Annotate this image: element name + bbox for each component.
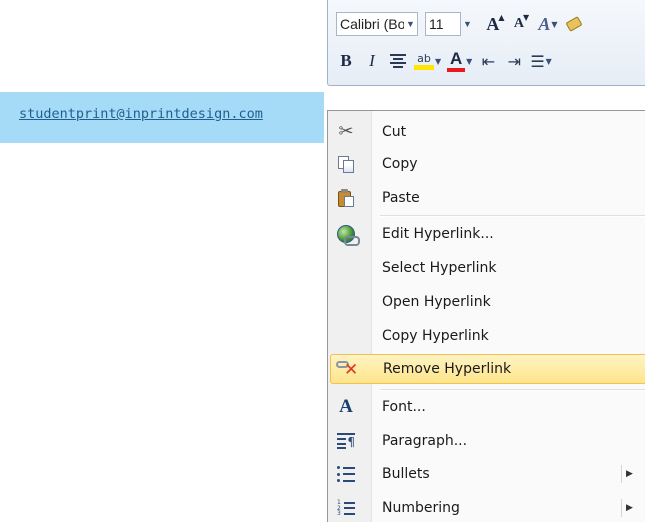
menu-item-font-label: Font...: [382, 399, 426, 415]
menu-item-cut-label: Cut: [382, 124, 407, 140]
center-align-button[interactable]: [388, 49, 408, 73]
highlight-dropdown-arrow[interactable]: ▼: [435, 57, 441, 66]
toolbar-row-2: B I ab ▼ A ▼ ⇤ ⇥ ☰ ▼: [336, 48, 552, 74]
bullets-list-icon: ☰: [530, 51, 545, 71]
increase-indent-button[interactable]: ⇥: [504, 49, 524, 73]
toolbar-row-1: Calibri (Boc ▼ 11 ▼ A▲ A▼ A▼: [336, 11, 584, 37]
highlight-button[interactable]: ab ▼: [414, 49, 441, 73]
paragraph-icon: ¶: [337, 433, 355, 449]
menu-item-bullets-label: Bullets: [382, 466, 430, 482]
menu-item-copy[interactable]: Copy: [330, 149, 645, 179]
styles-icon: A: [538, 13, 551, 34]
menu-item-select-hyperlink[interactable]: Select Hyperlink: [330, 253, 645, 283]
increase-indent-icon: ⇥: [507, 51, 522, 71]
clipboard-paste-icon: [337, 188, 355, 208]
italic-button[interactable]: I: [362, 49, 382, 73]
center-align-icon: [390, 54, 406, 68]
menu-item-font[interactable]: A Font...: [330, 392, 645, 422]
menu-item-cut[interactable]: ✂ Cut: [330, 117, 645, 147]
italic-icon: I: [369, 51, 375, 70]
menu-item-remove-hyperlink-label: Remove Hyperlink: [383, 361, 512, 377]
menu-item-paste-label: Paste: [382, 190, 420, 206]
menu-item-copy-hyperlink-label: Copy Hyperlink: [382, 328, 489, 344]
decrease-indent-icon: ⇤: [481, 51, 496, 71]
menu-item-numbering[interactable]: 1 2 3 Numbering ▶: [330, 493, 645, 522]
menu-item-paragraph[interactable]: ¶ Paragraph...: [330, 426, 645, 456]
decrease-indent-button[interactable]: ⇤: [478, 49, 498, 73]
font-size-value: 11: [425, 12, 461, 36]
menu-separator: [380, 389, 645, 391]
bullets-icon: [337, 466, 355, 482]
bullets-toolbar-button[interactable]: ☰ ▼: [530, 49, 552, 73]
selected-hyperlink-area: studentprint@inprintdesign.com: [0, 92, 324, 143]
menu-separator: [380, 215, 645, 217]
menu-item-numbering-label: Numbering: [382, 500, 460, 516]
highlight-glyph: ab: [417, 51, 431, 65]
menu-item-remove-hyperlink[interactable]: ✕ Remove Hyperlink: [330, 354, 645, 384]
font-name-combobox[interactable]: Calibri (Boc ▼: [336, 12, 418, 36]
grow-font-button[interactable]: A ▲: [486, 12, 506, 36]
hyperlink-text[interactable]: studentprint@inprintdesign.com: [19, 106, 263, 122]
menu-item-bullets[interactable]: Bullets ▶: [330, 459, 645, 489]
numbering-icon: 1 2 3: [337, 500, 355, 517]
remove-hyperlink-icon: ✕: [336, 359, 358, 379]
mini-toolbar: Calibri (Boc ▼ 11 ▼ A▲ A▼ A▼ B I: [327, 0, 645, 86]
font-color-icon: A: [447, 49, 466, 72]
context-menu: ✂ Cut Copy Paste Edit Hyperlink... Selec…: [327, 110, 645, 522]
font-name-dropdown-arrow[interactable]: ▼: [404, 13, 417, 35]
menu-item-copy-label: Copy: [382, 156, 418, 172]
font-size-combobox[interactable]: 11 ▼: [424, 12, 480, 36]
format-painter-button[interactable]: [564, 12, 584, 36]
submenu-divider: [621, 499, 622, 517]
globe-link-icon: [337, 225, 360, 246]
scissors-icon: ✂: [338, 121, 354, 142]
submenu-arrow-icon[interactable]: ▶: [626, 469, 633, 479]
highlight-icon: ab: [414, 51, 434, 70]
submenu-divider: [621, 465, 622, 483]
submenu-arrow-icon[interactable]: ▶: [626, 503, 633, 513]
font-icon: A: [339, 396, 353, 417]
highlight-color-swatch: [414, 64, 434, 70]
font-color-button[interactable]: A ▼: [447, 49, 472, 73]
font-size-dropdown-arrow[interactable]: ▼: [461, 13, 474, 35]
menu-item-copy-hyperlink[interactable]: Copy Hyperlink: [330, 321, 645, 351]
menu-item-open-hyperlink[interactable]: Open Hyperlink: [330, 287, 645, 317]
menu-item-open-hyperlink-label: Open Hyperlink: [382, 294, 491, 310]
styles-button[interactable]: A ▼: [538, 12, 558, 36]
menu-item-select-hyperlink-label: Select Hyperlink: [382, 260, 497, 276]
font-color-swatch: [447, 68, 466, 72]
bold-button[interactable]: B: [336, 49, 356, 73]
menu-item-edit-hyperlink-label: Edit Hyperlink...: [382, 226, 494, 242]
font-color-dropdown-arrow[interactable]: ▼: [466, 57, 472, 66]
bold-icon: B: [340, 51, 352, 70]
menu-item-edit-hyperlink[interactable]: Edit Hyperlink...: [330, 219, 645, 249]
font-color-glyph: A: [450, 49, 463, 68]
font-name-value: Calibri (Boc: [340, 16, 404, 32]
menu-item-paragraph-label: Paragraph...: [382, 433, 468, 449]
format-painter-icon: [565, 16, 583, 32]
menu-item-paste[interactable]: Paste: [330, 183, 645, 213]
shrink-font-button[interactable]: A ▼: [512, 12, 532, 36]
copy-icon: [337, 155, 355, 173]
